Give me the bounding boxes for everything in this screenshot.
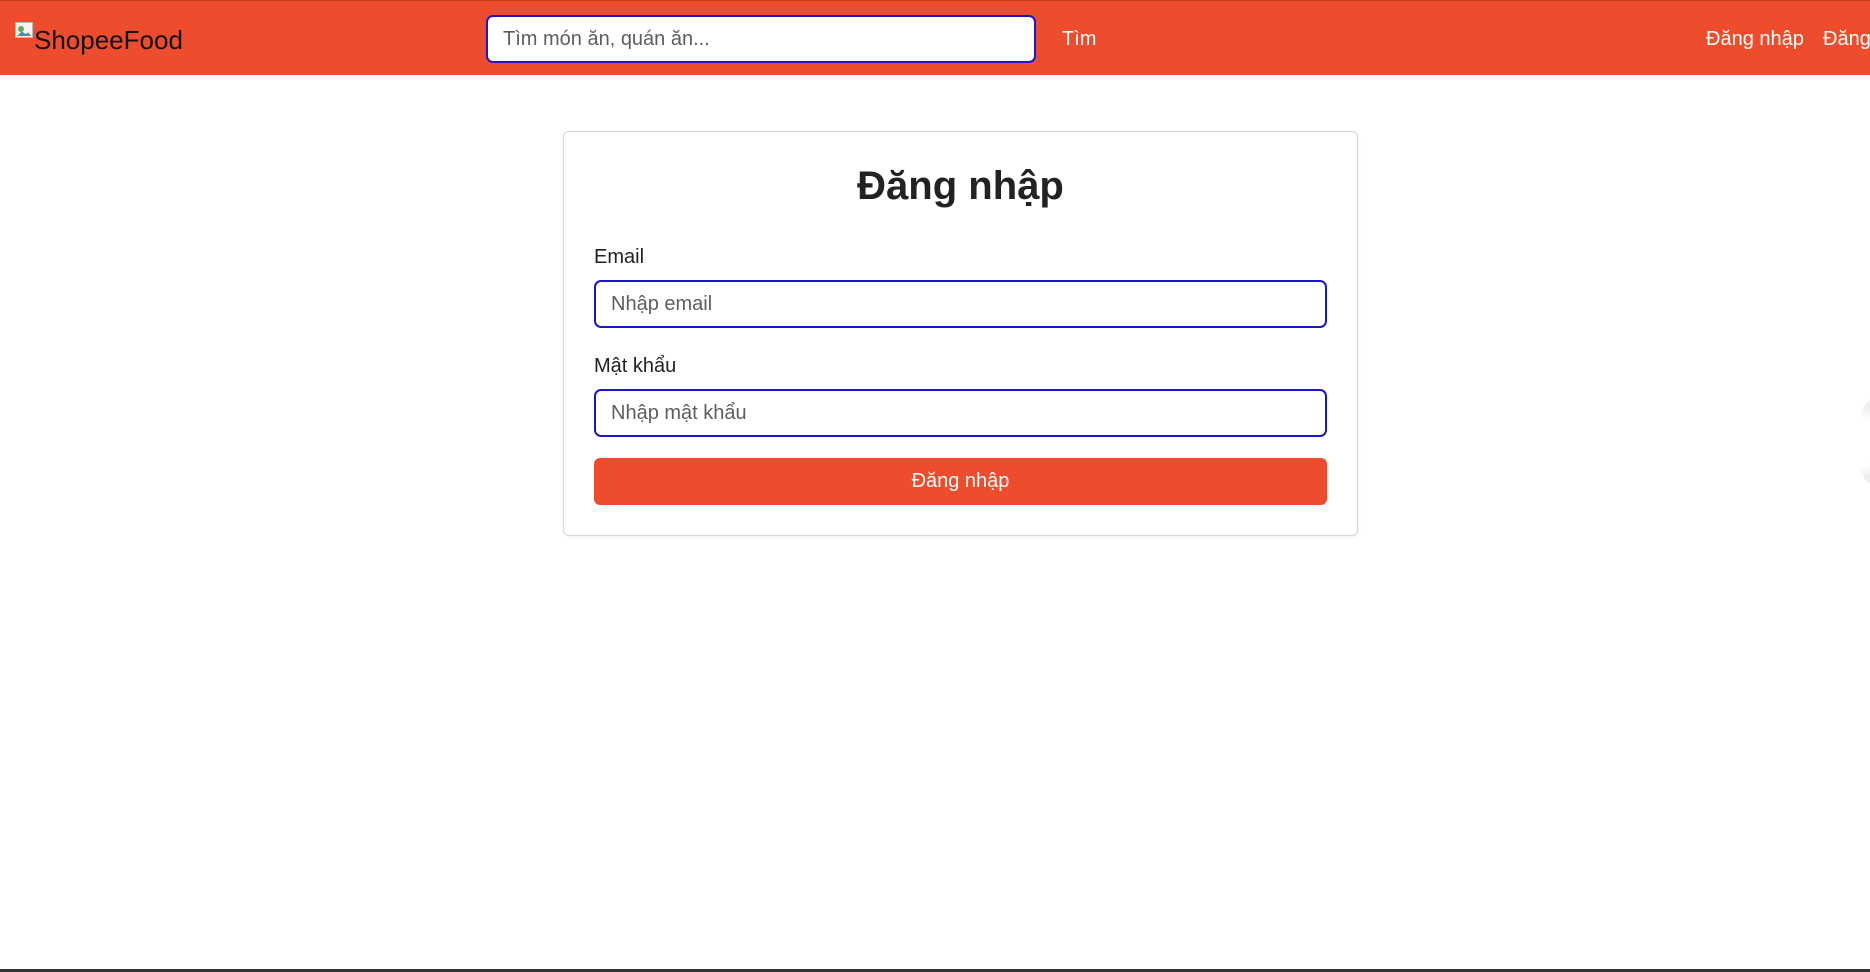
login-card: Đăng nhập Email Mật khẩu Đăng nhập [563, 131, 1358, 536]
logo-link[interactable]: ShopeeFood [15, 22, 183, 58]
login-title: Đăng nhập [857, 164, 1064, 208]
edge-shadow-decoration [1856, 397, 1870, 487]
nav-register-link[interactable]: Đăng [1823, 27, 1870, 51]
broken-image-icon [15, 22, 33, 38]
email-field[interactable] [594, 280, 1327, 328]
logo-alt-text: ShopeeFood [34, 25, 183, 55]
password-label: Mật khẩu [594, 355, 677, 377]
email-label: Email [594, 246, 645, 268]
login-submit-button[interactable]: Đăng nhập [594, 458, 1327, 505]
search-input[interactable] [486, 15, 1036, 63]
password-field[interactable] [594, 389, 1327, 437]
nav-login-link[interactable]: Đăng nhập [1706, 27, 1804, 51]
page: ShopeeFood Tìm Đăng nhập Đăng Đăng nhập … [0, 0, 1870, 972]
search-button[interactable]: Tìm [1052, 15, 1106, 63]
top-navbar: ShopeeFood Tìm Đăng nhập Đăng [0, 0, 1870, 75]
